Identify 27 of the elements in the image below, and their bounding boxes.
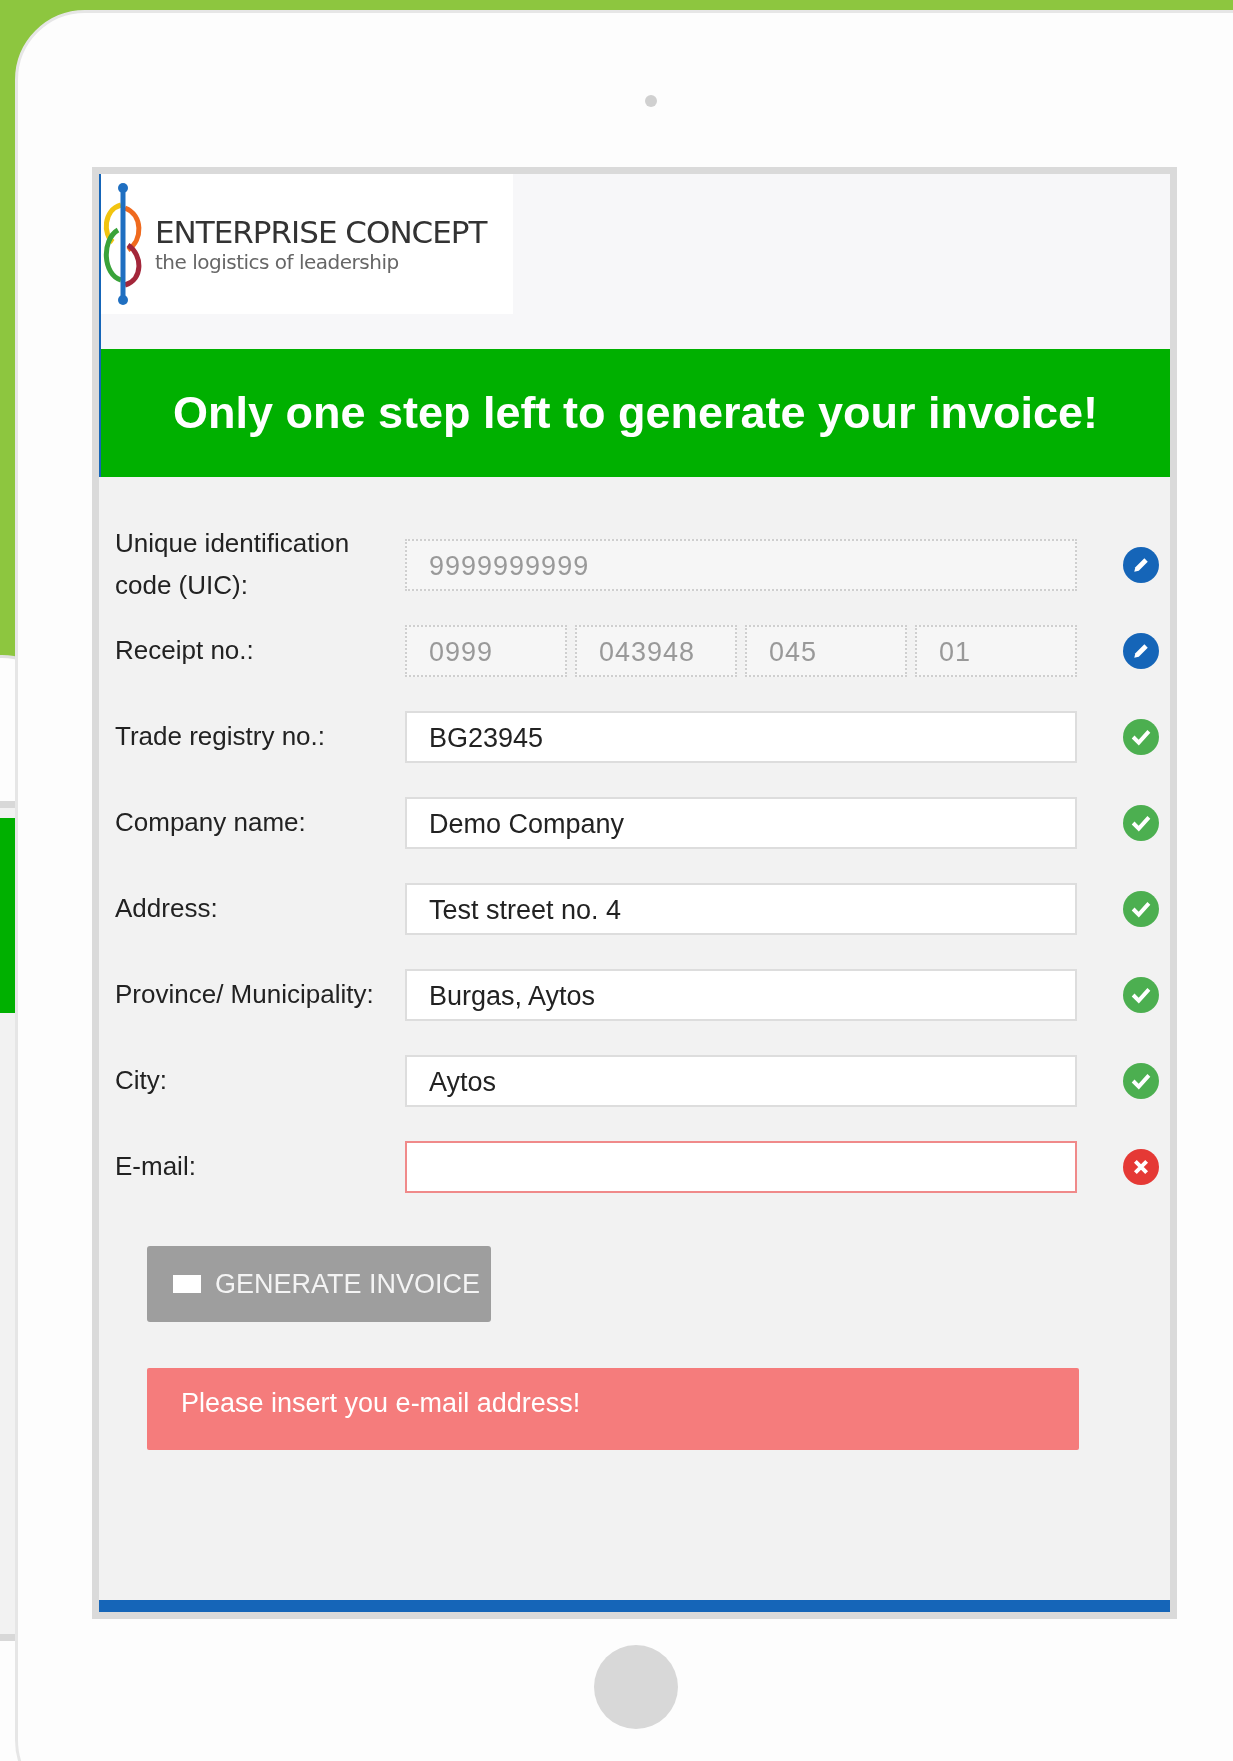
field-label: Receipt no.: bbox=[115, 634, 255, 668]
input-field[interactable]: Burgas, Aytos bbox=[405, 969, 1077, 1021]
input-field[interactable]: Test street no. 4 bbox=[405, 883, 1077, 935]
field-label: E-mail: bbox=[115, 1150, 197, 1184]
error-icon bbox=[1123, 1149, 1159, 1185]
input-field[interactable]: Demo Company bbox=[405, 797, 1077, 849]
check-icon bbox=[1123, 1063, 1159, 1099]
field-label: City: bbox=[115, 1064, 168, 1098]
input-field[interactable]: Aytos bbox=[405, 1055, 1077, 1107]
field-label: Province/ Municipality: bbox=[115, 978, 375, 1012]
logo-subtitle: the logistics of leadership bbox=[155, 250, 400, 274]
check-icon bbox=[1123, 719, 1159, 755]
camera-dot bbox=[645, 95, 657, 107]
check-icon bbox=[1123, 805, 1159, 841]
banner-title: Only one step left to generate your invoice! bbox=[172, 387, 1099, 439]
error-message: Please insert you e-mail address! bbox=[147, 1368, 1079, 1450]
edit-icon[interactable] bbox=[1123, 633, 1159, 669]
edit-icon[interactable] bbox=[1123, 547, 1159, 583]
check-icon bbox=[1123, 891, 1159, 927]
logo-title: ENTERPRISE CONCEPT bbox=[155, 214, 487, 250]
field-label: Unique identification code (UIC): bbox=[115, 527, 351, 602]
input-field[interactable]: BG23945 bbox=[405, 711, 1077, 763]
input-field[interactable] bbox=[405, 1141, 1077, 1193]
field-label: Address: bbox=[115, 892, 219, 926]
check-icon bbox=[1123, 977, 1159, 1013]
field-label: Company name: bbox=[115, 806, 307, 840]
field-label: Trade registry no.: bbox=[115, 720, 326, 754]
